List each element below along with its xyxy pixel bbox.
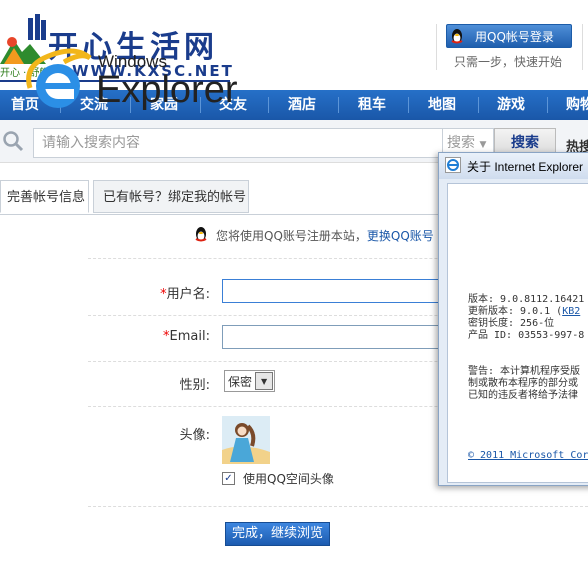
avatar-label: 头像: — [179, 428, 210, 443]
update-version-line: 更新版本: 9.0.1 (KB2 — [468, 306, 581, 317]
divider — [88, 506, 588, 508]
qq-login-button[interactable]: 用QQ帐号登录 — [446, 24, 572, 48]
change-qq-link[interactable]: 更换QQ账号 — [367, 227, 434, 244]
email-label: *Email: — [163, 329, 210, 344]
dialog-title: 关于 Internet Explorer — [467, 160, 584, 174]
nav-item-shopping[interactable]: 购物 — [566, 90, 588, 120]
username-label: *用户名: — [160, 287, 210, 302]
nav-divider — [338, 97, 339, 113]
ie-icon — [445, 157, 461, 173]
qq-login-hint: 只需一步，快速开始 — [454, 55, 563, 69]
gender-value: 保密 — [228, 374, 253, 389]
warning-line: 已知的违反者将给予法律 — [468, 390, 578, 401]
submit-button[interactable]: 完成，继续浏览 — [225, 522, 330, 546]
nav-item-games[interactable]: 游戏 — [497, 90, 525, 120]
notice-text: 您将使用QQ账号注册本站， — [216, 229, 367, 243]
nav-divider — [547, 97, 548, 113]
nav-item-car-rental[interactable]: 租车 — [358, 90, 386, 120]
nav-divider — [268, 97, 269, 113]
chevron-down-icon: ▼ — [255, 372, 274, 390]
search-scope-value: 搜索 — [447, 135, 475, 151]
use-qq-avatar-label[interactable]: 使用QQ空间头像 — [243, 470, 334, 487]
nav-divider — [478, 97, 479, 113]
qq-login-label: 用QQ帐号登录 — [475, 29, 554, 44]
version-line: 版本: 9.0.8112.16421 — [468, 294, 585, 305]
email-field[interactable] — [222, 325, 452, 349]
tab-complete-info[interactable]: 完善帐号信息 — [0, 180, 89, 213]
internet-explorer-logo-icon — [26, 48, 92, 108]
search-input[interactable]: 请输入搜索内容 — [33, 128, 443, 158]
kb-link[interactable]: KB2 — [562, 306, 580, 317]
brand-explorer: Explorer — [96, 69, 238, 111]
avatar — [222, 416, 270, 464]
use-qq-avatar-checkbox[interactable]: ✓ — [222, 472, 235, 485]
qq-register-notice: 您将使用QQ账号注册本站， 更换QQ账号 — [194, 226, 454, 245]
nav-divider — [408, 97, 409, 113]
warning-line: 制或散布本程序的部分或 — [468, 378, 578, 389]
header-divider — [436, 24, 437, 70]
header-divider — [582, 24, 583, 70]
gender-select[interactable]: 保密 ▼ — [224, 370, 276, 392]
nav-item-hotel[interactable]: 酒店 — [288, 90, 316, 120]
tab-bind-account[interactable]: 已有帐号？绑定我的帐号 — [93, 180, 249, 213]
chevron-down-icon: ▼ — [479, 140, 487, 150]
qq-penguin-icon — [447, 28, 467, 44]
key-length-line: 密钥长度: 256-位 — [468, 318, 555, 329]
nav-item-map[interactable]: 地图 — [428, 90, 456, 120]
copyright-link[interactable]: © 2011 Microsoft Corp — [468, 450, 588, 462]
warning-line: 警告: 本计算机程序受版 — [468, 366, 581, 377]
product-id-line: 产品 ID: 03553-997-8 — [468, 330, 585, 341]
username-field[interactable] — [222, 279, 452, 303]
qq-penguin-icon — [194, 226, 208, 245]
search-icon — [3, 131, 24, 152]
gender-label: 性别: — [179, 378, 210, 393]
